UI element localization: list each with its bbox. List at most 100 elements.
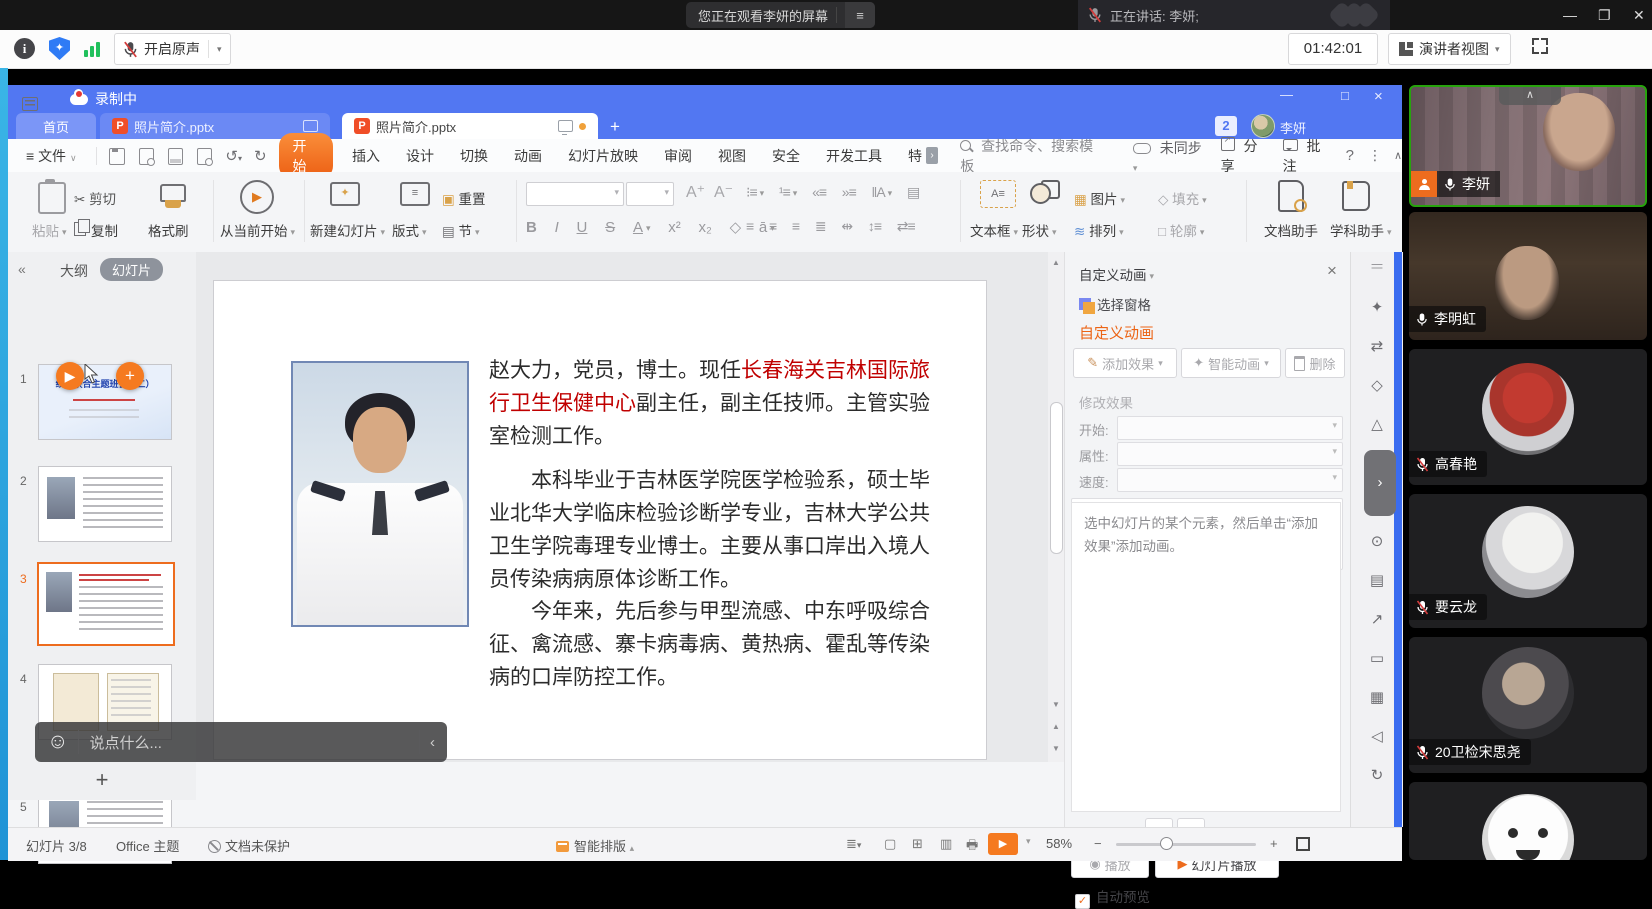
layout-icon[interactable]: ≡	[400, 182, 430, 206]
panel-scrollbar[interactable]: ▲ ▼ ▲ ▼	[1048, 252, 1064, 762]
participant-tile-yaoyunlong[interactable]: 要云龙	[1409, 494, 1647, 628]
slide-thumbnail-3-selected[interactable]	[37, 562, 175, 646]
participant-tile-gaochunyan[interactable]: 高春艳	[1409, 349, 1647, 485]
add-effect-button[interactable]: ✎ 添加效果▾	[1073, 348, 1177, 378]
doc-assistant-icon[interactable]	[1278, 180, 1304, 212]
columns-icon[interactable]: ⇄≡	[897, 218, 915, 234]
panel-close-icon[interactable]: ×	[1327, 261, 1337, 281]
restore-icon[interactable]: ❐	[1598, 0, 1611, 30]
add-slide-button[interactable]: +	[8, 760, 196, 800]
more-options-icon[interactable]: ⋮	[1368, 147, 1382, 164]
page-up-icon[interactable]: ▲	[1052, 722, 1060, 731]
collapse-panel-icon[interactable]: «	[18, 261, 26, 277]
tab-home[interactable]: 首页	[16, 113, 96, 139]
picture-button[interactable]: ▦ 图片	[1074, 188, 1125, 208]
notes-toggle-icon[interactable]: ≣▾	[846, 836, 861, 852]
command-search[interactable]: 查找命令、搜索模板	[960, 136, 1099, 176]
share-menu-icon[interactable]: ≡	[845, 2, 875, 28]
menu-tab-view[interactable]: 视图	[705, 146, 759, 166]
font-color-icon[interactable]: A	[633, 219, 651, 236]
shapes-button[interactable]: 形状	[1022, 220, 1057, 240]
subject-assistant-icon[interactable]	[1342, 181, 1370, 211]
fill-button[interactable]: ◇ 填充	[1158, 188, 1207, 208]
help-icon[interactable]: ?	[1346, 147, 1354, 164]
decrease-font-icon[interactable]: A⁻	[714, 182, 733, 202]
menu-more-icon[interactable]: ›	[926, 147, 938, 164]
wps-close-icon[interactable]: ×	[1374, 88, 1383, 105]
outline-button[interactable]: □ 轮廓	[1158, 220, 1204, 240]
smart-animation-button[interactable]: ✦ 智能动画▾	[1181, 348, 1281, 378]
delete-effect-button[interactable]: 删除	[1285, 348, 1345, 378]
wps-minimize-icon[interactable]: —	[1280, 87, 1293, 102]
menu-tab-security[interactable]: 安全	[759, 146, 813, 166]
text-box-icon[interactable]: A≡	[980, 180, 1016, 208]
file-menu[interactable]: ≡ 文件 ∨	[8, 146, 90, 166]
page-down-icon[interactable]: ▼	[1052, 744, 1060, 753]
menu-tab-insert[interactable]: 插入	[339, 146, 393, 166]
auto-preview-checkbox[interactable]: ✓自动预览	[1075, 886, 1150, 909]
floating-add-button[interactable]: +	[116, 362, 144, 390]
increase-font-icon[interactable]: A⁺	[686, 182, 705, 202]
increase-indent-icon[interactable]: »≡	[842, 184, 856, 200]
smart-layout-button[interactable]: 智能排版 ▴	[556, 836, 634, 855]
close-icon[interactable]: ✕	[1633, 0, 1645, 30]
info-icon[interactable]: i	[14, 38, 35, 59]
text-direction-icon[interactable]: ‖A	[872, 184, 892, 200]
zoom-in-button[interactable]: +	[1270, 836, 1278, 851]
scrollbar-handle[interactable]	[1050, 402, 1063, 554]
copy-button[interactable]: 复制	[74, 220, 118, 240]
emoji-icon[interactable]: ☺	[47, 730, 68, 754]
share-button[interactable]: 分享	[1221, 136, 1269, 176]
theme-name[interactable]: Office 主题	[116, 836, 179, 855]
cut-button[interactable]: ✂ 剪切	[74, 188, 116, 208]
sync-status[interactable]: 未同步 ▾	[1133, 138, 1205, 174]
outline-tab[interactable]: 大纲	[60, 261, 88, 281]
paste-icon[interactable]	[38, 182, 66, 214]
tab-document-2-active[interactable]: P 照片简介.pptx	[342, 113, 598, 139]
play-view-icon[interactable]: 🖶	[966, 836, 978, 858]
speed-select[interactable]	[1117, 468, 1343, 492]
underline-icon[interactable]: U	[577, 219, 588, 236]
text-box-button[interactable]: 文本框	[970, 220, 1018, 240]
menu-tab-transition[interactable]: 切换	[447, 146, 501, 166]
view-mode-selector[interactable]: 演讲者视图 ▾	[1388, 33, 1511, 65]
chat-input-placeholder[interactable]: 说点什么...	[89, 732, 162, 753]
strikethrough-icon[interactable]: S	[605, 219, 615, 236]
collapse-chat-icon[interactable]: ‹	[430, 734, 435, 751]
new-slide-button[interactable]: 新建幻灯片	[310, 220, 385, 240]
original-sound-button[interactable]: 开启原声 ▾	[114, 33, 231, 65]
decrease-indent-icon[interactable]: «≡	[812, 184, 826, 200]
subscript-icon[interactable]: x₂	[699, 219, 712, 236]
align-right-icon[interactable]: ≡	[792, 218, 799, 234]
participant-tile-songsiyao[interactable]: 20卫检宋思尧	[1409, 637, 1647, 773]
portrait-photo[interactable]	[291, 361, 469, 627]
participant-tile-partial[interactable]	[1409, 782, 1647, 860]
doc-assistant-button[interactable]: 文档助手	[1264, 220, 1318, 240]
arrange-button[interactable]: ≋ 排列	[1074, 220, 1124, 240]
zoom-slider-track[interactable]	[1116, 843, 1256, 846]
slideshow-start-button[interactable]: ▶	[988, 833, 1018, 855]
participant-video-liminghong[interactable]: 李明虹	[1409, 212, 1647, 340]
reset-button[interactable]: ▣ 重置	[442, 188, 486, 208]
new-tab-button[interactable]: +	[610, 115, 620, 139]
superscript-icon[interactable]: x²	[668, 219, 681, 236]
scroll-down-icon[interactable]: ▼	[1052, 700, 1060, 709]
format-painter-button[interactable]: 格式刷	[148, 220, 189, 240]
slides-tab-active[interactable]: 幻灯片	[100, 258, 163, 281]
line-spacing-icon[interactable]: ↕≡	[868, 218, 881, 234]
user-avatar[interactable]	[1251, 114, 1275, 138]
redo-icon[interactable]: ↻	[254, 147, 267, 165]
section-button[interactable]: ▤ 节	[442, 220, 480, 240]
justify-icon[interactable]: ≣	[815, 218, 826, 234]
numbered-list-icon[interactable]: ¹≡	[779, 184, 796, 200]
collapse-ribbon-icon[interactable]: ∧	[1394, 149, 1402, 162]
layout-button[interactable]: 版式	[392, 220, 427, 240]
menu-tab-design[interactable]: 设计	[393, 146, 447, 166]
zoom-slider-knob[interactable]	[1160, 837, 1173, 850]
new-slide-icon[interactable]: ✦	[330, 182, 360, 206]
minimize-icon[interactable]: —	[1563, 0, 1577, 30]
fullscreen-icon[interactable]	[1532, 38, 1548, 54]
font-name-select[interactable]	[526, 182, 624, 206]
floating-play-button[interactable]: ▶	[56, 362, 84, 390]
normal-view-icon[interactable]: ▢	[884, 836, 896, 852]
